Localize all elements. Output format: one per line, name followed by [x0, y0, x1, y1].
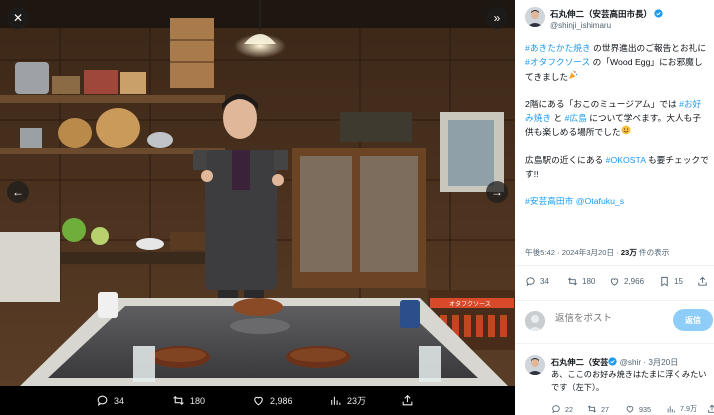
mention-link[interactable]: @Otafuku_s	[576, 196, 624, 206]
reply-reply-stat[interactable]: 22	[551, 404, 573, 414]
reply-button[interactable]: 返信	[673, 309, 713, 331]
verified-badge-icon	[654, 9, 663, 18]
reply-like-count: 935	[639, 404, 651, 414]
bar-chart-icon	[331, 396, 341, 405]
share-icon	[402, 394, 413, 406]
retweet-icon	[587, 405, 597, 413]
tweet-text-span: と	[551, 113, 565, 124]
avatar[interactable]	[525, 7, 545, 27]
tweet-text: #あきたかた焼き の世界進出のご報告とお礼に #オタフクソース の「Wood E…	[525, 41, 709, 222]
divider	[515, 265, 714, 266]
reply-tweet[interactable]: 石丸伸二（安芸 @shir · 3月20日 あ、ここのお好み焼きはたまに浮くみた…	[525, 355, 714, 415]
media-views-action[interactable]: 23万	[329, 394, 366, 407]
retweet-stat[interactable]: 180	[567, 276, 595, 287]
tweet-paragraph: 2階にある「おこのミュージアム」では #お好み焼き と #広島 について学べます…	[525, 97, 709, 140]
reply-composer: 返信	[525, 309, 713, 333]
reply-stats: 22 27 935 7.9万	[551, 404, 714, 415]
reply-icon	[526, 277, 535, 287]
tweet-paragraph: #安芸高田市 @Otafuku_s	[525, 194, 709, 208]
expand-panel-button[interactable]: »	[486, 7, 508, 29]
avatar	[525, 311, 545, 331]
tweet-text-span: の世界進出のご報告とお礼に	[590, 43, 707, 53]
bookmark-count: 15	[674, 277, 683, 286]
arrow-right-icon: →	[491, 185, 503, 199]
bar-chart-icon	[667, 406, 675, 413]
close-icon: ✕	[12, 11, 24, 25]
author-name-row[interactable]: 石丸伸二（安芸高田市長）	[550, 8, 663, 20]
author-handle[interactable]: @shinji_ishimaru	[550, 21, 611, 30]
tweet-detail-panel: 石丸伸二（安芸高田市長） @shinji_ishimaru #あきたかた焼き の…	[515, 0, 714, 415]
reply-retweet-stat[interactable]: 27	[587, 404, 609, 414]
hashtag-link[interactable]: #OKOSTA	[606, 155, 646, 165]
media-retweet-count: 180	[190, 395, 206, 406]
bookmark-stat[interactable]: 15	[659, 276, 683, 287]
media-reply-action[interactable]: 34	[96, 394, 124, 407]
tweet-timestamp: 午後5:42 · 2024年3月20日 · 23万 件の表示	[525, 247, 669, 258]
media-views-count: 23万	[347, 396, 367, 406]
like-count: 2,966	[624, 277, 645, 286]
retweet-count: 180	[582, 277, 596, 286]
avatar[interactable]	[525, 355, 545, 375]
hashtag-link[interactable]: #安芸高田市	[525, 196, 573, 206]
reply-reply-count: 22	[565, 404, 573, 414]
tweet-views-count: 23万	[620, 248, 637, 257]
media-like-count: 2,986	[270, 395, 293, 406]
party-popper-icon	[569, 69, 578, 79]
reply-author-meta: @shir · 3月20日	[617, 358, 679, 367]
hashtag-link[interactable]: #あきたかた焼き	[525, 43, 591, 53]
reply-icon	[97, 395, 108, 407]
tweet-text-span: 2階にある「おこのミュージアム」では	[525, 98, 680, 109]
media-like-action[interactable]: 2,986	[252, 394, 293, 407]
like-stat[interactable]: 2,966	[609, 276, 644, 287]
reply-views-stat[interactable]: 7.9万	[666, 404, 697, 414]
media-reply-count: 34	[114, 395, 125, 406]
retweet-icon	[173, 395, 184, 406]
tweet-text-span: 広島駅の近くにある	[525, 154, 606, 165]
heart-icon	[610, 278, 619, 286]
media-viewer: オタフクソース ✕ » ← → 34 180 2,986 23万	[0, 0, 515, 415]
reply-icon	[552, 405, 560, 414]
tweet-time[interactable]: 午後5:42 · 2024年3月20日 ·	[525, 248, 621, 257]
previous-image-button[interactable]: ←	[7, 181, 29, 203]
share-icon	[698, 276, 707, 286]
tweet-views-label: 件の表示	[636, 248, 670, 257]
media-share-action[interactable]	[401, 394, 414, 407]
tweet-author: 石丸伸二（安芸高田市長） @shinji_ishimaru	[523, 5, 709, 35]
verified-badge-icon	[608, 357, 617, 366]
media-action-bar: 34 180 2,986 23万	[0, 386, 515, 415]
reply-like-stat[interactable]: 935	[625, 404, 651, 414]
tweet-photo[interactable]: オタフクソース	[0, 0, 515, 386]
tweet-paragraph: #あきたかた焼き の世界進出のご報告とお礼に #オタフクソース の「Wood E…	[525, 41, 709, 84]
arrow-left-icon: ←	[12, 185, 24, 199]
double-chevron-right-icon: »	[493, 11, 501, 25]
author-name: 石丸伸二（安芸高田市長）	[550, 9, 653, 19]
bookmark-icon	[661, 276, 668, 287]
divider	[515, 343, 714, 344]
close-button[interactable]: ✕	[7, 7, 29, 29]
media-retweet-action[interactable]: 180	[172, 394, 205, 407]
reply-retweet-count: 27	[601, 404, 609, 414]
next-image-button[interactable]: →	[486, 181, 508, 203]
reply-author-row[interactable]: 石丸伸二（安芸 @shir · 3月20日	[551, 356, 678, 368]
reply-stat[interactable]: 34	[525, 276, 549, 287]
share-icon	[708, 404, 714, 413]
reply-views-count: 7.9万	[680, 404, 698, 413]
signboard-text: オタフクソース	[449, 300, 491, 308]
hashtag-link[interactable]: #広島	[565, 113, 587, 123]
share-stat[interactable]	[697, 276, 708, 287]
retweet-icon	[568, 277, 577, 286]
reply-text: あ、ここのお好み焼きはたまに浮くみたいです（左下）。	[551, 370, 707, 392]
smiling-face-icon	[621, 125, 631, 135]
reply-input[interactable]	[555, 313, 665, 324]
hashtag-link[interactable]: #オタフクソース	[525, 57, 590, 67]
divider	[515, 300, 714, 301]
tweet-stats: 34 180 2,966 15	[525, 276, 711, 292]
reply-share-stat[interactable]	[707, 404, 714, 414]
heart-icon	[626, 406, 634, 413]
heart-icon	[254, 396, 263, 406]
tweet-paragraph: 広島駅の近くにある #OKOSTA も要チェックです!!	[525, 153, 709, 182]
reply-author-name: 石丸伸二（安芸	[551, 358, 609, 367]
reply-count: 34	[540, 277, 549, 286]
